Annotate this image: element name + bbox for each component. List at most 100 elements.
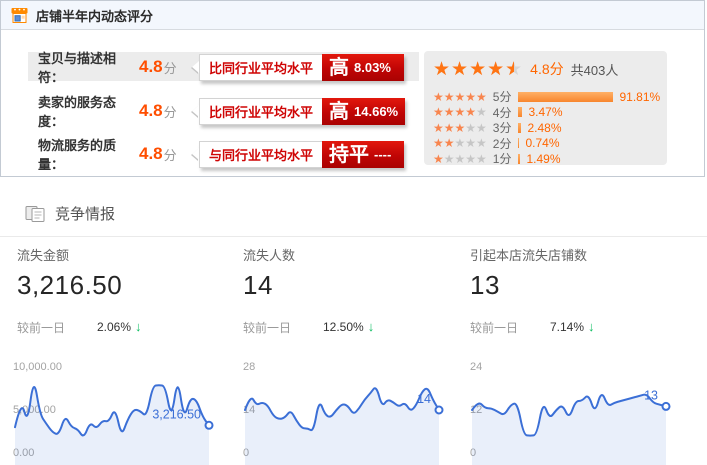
section-divider xyxy=(0,236,707,237)
overall-star-rating-icon: ★★★★★ ★★★★★ xyxy=(433,60,523,79)
rating-row-service: 卖家的服务态度： 4.8 分 xyxy=(38,97,177,125)
metric-compare-row: 较前一日 2.06% ↓ xyxy=(17,319,229,335)
compare-delta-group: 7.14% ↓ xyxy=(550,319,595,334)
bubble-arrow-icon xyxy=(192,105,199,117)
compare-label: 较前一日 xyxy=(243,321,291,335)
compare-verdict-block: 高 8.03% xyxy=(322,54,404,81)
metric-label: 流失人数 xyxy=(243,245,455,264)
rating-row-description: 宝贝与描述相符： 4.8 分 xyxy=(38,53,177,81)
verdict-delta: ---- xyxy=(374,147,391,162)
compare-text: 与同行业平均水平 xyxy=(199,141,322,168)
svg-text:14: 14 xyxy=(417,392,431,406)
competition-title: 竞争情报 xyxy=(55,203,115,224)
shop-rating-panel: 店铺半年内动态评分 宝贝与描述相符： 4.8 分 比同行业平均水平 高 8.03… xyxy=(0,0,705,177)
breakdown-percent: 91.81% xyxy=(619,90,660,104)
bubble-arrow-icon xyxy=(192,148,199,160)
breakdown-bar xyxy=(518,154,520,164)
breakdown-label: 3分 xyxy=(493,119,512,136)
trend-down-arrow-icon: ↓ xyxy=(368,319,375,334)
breakdown-percent: 0.74% xyxy=(525,136,559,150)
rating-row-label: 物流服务的质量： xyxy=(38,135,139,173)
breakdown-label: 2分 xyxy=(493,135,512,152)
rating-score: 4.8 xyxy=(139,144,163,164)
rating-row-label: 宝贝与描述相符： xyxy=(38,48,139,86)
metric-label: 引起本店流失店铺数 xyxy=(470,245,682,264)
compare-badge-logistics: 与同行业平均水平 持平 ---- xyxy=(199,141,404,168)
star-row-icon: ★★★★★ xyxy=(433,153,487,165)
metric-compare-row: 较前一日 12.50% ↓ xyxy=(243,319,455,335)
metric-compare-row: 较前一日 7.14% ↓ xyxy=(470,319,682,335)
rating-row-label: 卖家的服务态度： xyxy=(38,92,139,130)
average-score: 4.8分 xyxy=(530,59,563,79)
breakdown-label: 1分 xyxy=(493,150,512,167)
verdict-text: 高 xyxy=(329,58,349,78)
docs-icon xyxy=(25,205,46,223)
star-row-icon: ★★★★★ xyxy=(433,137,487,149)
shop-icon xyxy=(11,7,28,24)
compare-badge-description: 比同行业平均水平 高 8.03% xyxy=(199,54,404,81)
star-row-icon: ★★★★★ xyxy=(433,122,487,134)
metric-value: 14 xyxy=(243,270,455,301)
rating-count: 共403人 xyxy=(571,60,619,79)
svg-text:13: 13 xyxy=(644,388,658,402)
metric-value: 3,216.50 xyxy=(17,270,229,301)
breakdown-percent: 2.48% xyxy=(527,121,561,135)
breakdown-bar xyxy=(518,138,519,148)
compare-verdict-block: 持平 ---- xyxy=(322,141,404,168)
competition-header: 竞争情报 xyxy=(25,203,115,224)
star-row-icon: ★★★★★ xyxy=(433,91,487,103)
compare-label: 较前一日 xyxy=(470,321,518,335)
compare-label: 较前一日 xyxy=(17,321,65,335)
metric-card-lost-customers: 流失人数 14 较前一日 12.50% ↓ xyxy=(243,245,455,335)
verdict-text: 持平 xyxy=(329,145,369,165)
trend-down-arrow-icon: ↓ xyxy=(135,319,142,334)
delta-value: 7.14% xyxy=(550,320,584,334)
breakdown-label: 4分 xyxy=(493,104,512,121)
rating-score-unit: 分 xyxy=(164,58,177,77)
metric-card-loss-amount: 流失金额 3,216.50 较前一日 2.06% ↓ xyxy=(17,245,229,335)
compare-verdict-block: 高 14.66% xyxy=(322,98,405,125)
compare-delta-group: 12.50% ↓ xyxy=(323,319,374,334)
breakdown-bar xyxy=(518,123,521,133)
breakdown-percent: 1.49% xyxy=(526,152,560,166)
breakdown-row-2: ★★★★★ 2分 0.74% xyxy=(433,136,667,151)
lost-customers-trend-chart: 2814014 xyxy=(240,356,444,465)
verdict-text: 高 xyxy=(329,102,349,122)
rating-breakdown-list: ★★★★★ 5分 91.81% ★★★★★ 4分 3.47% ★★★★★ 3分 … xyxy=(433,89,667,166)
rating-score: 4.8 xyxy=(139,57,163,77)
breakdown-bar xyxy=(518,107,522,117)
competitor-shops-trend-chart: 2412013 xyxy=(467,356,671,465)
metric-card-competitor-shops: 引起本店流失店铺数 13 较前一日 7.14% ↓ xyxy=(470,245,682,335)
metric-label: 流失金额 xyxy=(17,245,229,264)
verdict-delta: 14.66% xyxy=(354,104,398,119)
star-fill: ★★★★★ xyxy=(433,60,514,79)
rating-row-logistics: 物流服务的质量： 4.8 分 xyxy=(38,140,177,168)
breakdown-label: 5分 xyxy=(493,88,512,105)
rating-summary-panel: ★★★★★ ★★★★★ 4.8分 共403人 ★★★★★ 5分 91.81% ★… xyxy=(424,51,667,165)
breakdown-row-4: ★★★★★ 4分 3.47% xyxy=(433,105,667,120)
breakdown-row-3: ★★★★★ 3分 2.48% xyxy=(433,120,667,135)
loss-amount-trend-chart: 10,000.005,000.000.003,216.50 xyxy=(10,356,214,465)
compare-text: 比同行业平均水平 xyxy=(199,54,322,81)
compare-text: 比同行业平均水平 xyxy=(199,98,322,125)
bubble-arrow-icon xyxy=(192,61,199,73)
breakdown-percent: 3.47% xyxy=(528,105,562,119)
trend-down-arrow-icon: ↓ xyxy=(588,319,595,334)
overall-rating-line: ★★★★★ ★★★★★ 4.8分 共403人 xyxy=(433,57,667,81)
rating-score-unit: 分 xyxy=(164,102,177,121)
rating-score: 4.8 xyxy=(139,101,163,121)
svg-text:3,216.50: 3,216.50 xyxy=(152,407,201,421)
dashboard-page: 店铺半年内动态评分 宝贝与描述相符： 4.8 分 比同行业平均水平 高 8.03… xyxy=(0,0,707,465)
compare-badge-service: 比同行业平均水平 高 14.66% xyxy=(199,98,405,125)
shop-rating-title: 店铺半年内动态评分 xyxy=(36,6,153,25)
verdict-delta: 8.03% xyxy=(354,60,391,75)
metric-value: 13 xyxy=(470,270,682,301)
breakdown-row-5: ★★★★★ 5分 91.81% xyxy=(433,89,667,104)
delta-value: 12.50% xyxy=(323,320,364,334)
compare-delta-group: 2.06% ↓ xyxy=(97,319,142,334)
shop-rating-header: 店铺半年内动态评分 xyxy=(1,1,704,30)
delta-value: 2.06% xyxy=(97,320,131,334)
star-row-icon: ★★★★★ xyxy=(433,106,487,118)
rating-score-unit: 分 xyxy=(164,145,177,164)
breakdown-row-1: ★★★★★ 1分 1.49% xyxy=(433,151,667,166)
